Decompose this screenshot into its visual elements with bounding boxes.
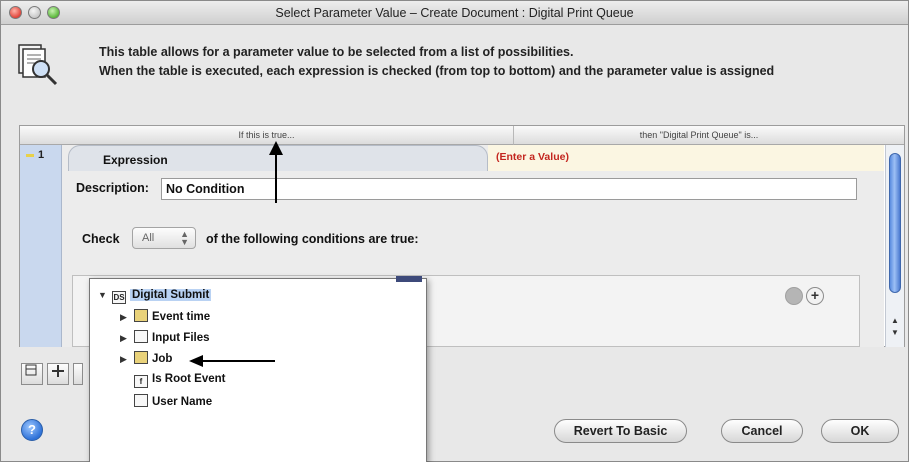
description-label: Description: <box>76 181 149 195</box>
help-button[interactable]: ? <box>21 419 43 441</box>
column-header-corner <box>884 126 904 145</box>
variable-picker-popup[interactable]: ▼ DS Digital Submit ▶ Event time ▶ Input Fil… <box>89 276 427 462</box>
tree-item-label: Event time <box>152 311 211 323</box>
check-suffix-label: of the following conditions are true: <box>206 232 419 246</box>
add-row-button[interactable] <box>21 363 43 385</box>
job-icon <box>134 351 148 364</box>
tree-item-label: Is Root Event <box>152 373 226 385</box>
files-icon <box>134 330 148 343</box>
ok-button[interactable]: OK <box>821 419 899 443</box>
more-rows-button[interactable] <box>73 363 83 385</box>
tree-item-input-files[interactable]: ▶ Input Files <box>120 330 210 348</box>
column-header-value[interactable]: then "Digital Print Queue" is... <box>514 126 884 145</box>
document-magnifier-icon <box>18 44 58 86</box>
disclosure-open-icon: ▼ <box>98 290 107 300</box>
tree-item-event-time[interactable]: ▶ Event time <box>120 309 210 327</box>
tree-item-user-name[interactable]: User Name <box>134 394 212 412</box>
remove-condition-button[interactable] <box>785 287 803 305</box>
cancel-button[interactable]: Cancel <box>721 419 803 443</box>
add-condition-button[interactable]: + <box>806 287 824 305</box>
digital-submit-icon: DS <box>112 291 126 304</box>
enter-value-label: (Enter a Value) <box>496 151 569 163</box>
row-number: 1 <box>26 149 44 161</box>
revert-to-basic-button[interactable]: Revert To Basic <box>554 419 687 443</box>
row-gutter[interactable]: 1 <box>20 145 62 347</box>
dialog-window: Select Parameter Value – Create Document… <box>0 0 909 462</box>
value-cell[interactable]: (Enter a Value) <box>488 145 884 171</box>
check-label: Check <box>82 232 120 246</box>
popup-marker <box>396 276 422 282</box>
scroll-arrows-icon[interactable]: ▲ ▼ <box>889 315 901 339</box>
tree-item-is-root-event[interactable]: f Is Root Event <box>134 373 225 391</box>
tree-item-label: User Name <box>152 396 213 408</box>
row-marker-icon <box>26 153 34 157</box>
column-header-condition[interactable]: If this is true... <box>20 126 514 145</box>
disclosure-closed-icon: ▶ <box>120 354 127 364</box>
boolean-variable-icon: f <box>134 375 148 388</box>
title-bar[interactable]: Select Parameter Value – Create Document… <box>1 1 908 25</box>
scroll-thumb[interactable] <box>889 153 901 293</box>
updown-arrows-icon: ▲ ▼ <box>180 229 189 247</box>
insert-row-button[interactable] <box>47 363 69 385</box>
tree-item-job[interactable]: ▶ Job <box>120 351 172 369</box>
disclosure-closed-icon: ▶ <box>120 312 127 322</box>
tree-root-label: Digital Submit <box>130 289 212 301</box>
vertical-scrollbar[interactable]: ▲ ▼ <box>885 145 904 347</box>
tree-root[interactable]: ▼ DS Digital Submit <box>98 289 212 307</box>
insert-row-icon <box>52 365 64 377</box>
tree-item-label: Input Files <box>152 332 210 344</box>
header-description-line1: This table allows for a parameter value … <box>99 45 574 59</box>
calendar-icon <box>134 309 148 322</box>
expression-tab[interactable]: Expression <box>68 145 488 171</box>
window-title: Select Parameter Value – Create Document… <box>275 6 634 20</box>
expression-tab-label: Expression <box>103 153 168 167</box>
text-variable-icon <box>134 394 148 407</box>
row-number-label: 1 <box>38 149 45 161</box>
tree-item-label: Job <box>152 353 173 365</box>
description-field[interactable] <box>161 178 857 200</box>
disclosure-closed-icon: ▶ <box>120 333 127 343</box>
check-mode-value: All <box>142 232 155 244</box>
header-description-line2: When the table is executed, each express… <box>99 64 775 78</box>
check-mode-select[interactable]: All ▲ ▼ <box>132 227 196 249</box>
add-row-icon <box>25 364 37 376</box>
